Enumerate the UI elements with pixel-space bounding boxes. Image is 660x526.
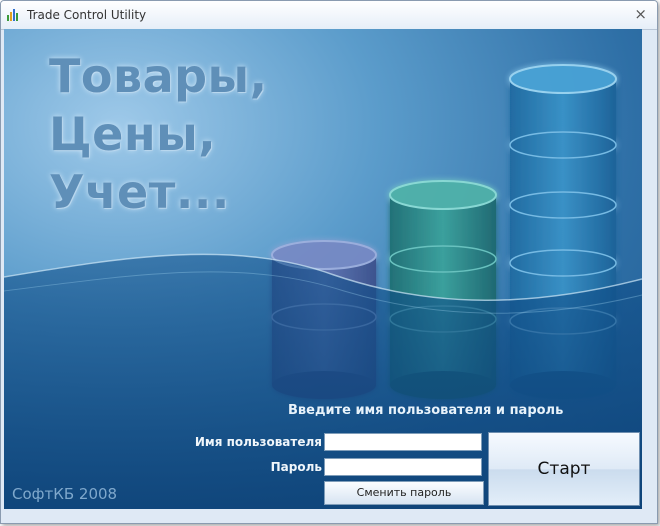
close-button[interactable]: × (634, 5, 647, 23)
start-button[interactable]: Старт (488, 432, 640, 506)
title-bar[interactable]: Trade Control Utility × (1, 1, 657, 30)
password-label: Пароль (270, 460, 322, 474)
password-input[interactable] (324, 458, 482, 476)
login-window: Trade Control Utility × Товары, Цены, Уч… (0, 0, 658, 524)
window-title: Trade Control Utility (27, 8, 147, 22)
login-panel: Товары, Цены, Учет... Введите имя пользо… (4, 29, 642, 509)
username-label: Имя пользователя (194, 435, 322, 449)
slogan-line-2: Цены, (49, 107, 217, 161)
bar-chart-icon (7, 9, 19, 21)
slogan-line-3: Учет... (49, 165, 230, 219)
slogan: Товары, Цены, Учет... (49, 47, 268, 221)
copyright-text: СофтКБ 2008 (12, 485, 118, 503)
slogan-line-1: Товары, (49, 49, 268, 103)
login-prompt: Введите имя пользователя и пароль (288, 403, 564, 418)
username-input[interactable] (324, 433, 482, 451)
change-password-button[interactable]: Сменить пароль (324, 481, 484, 505)
